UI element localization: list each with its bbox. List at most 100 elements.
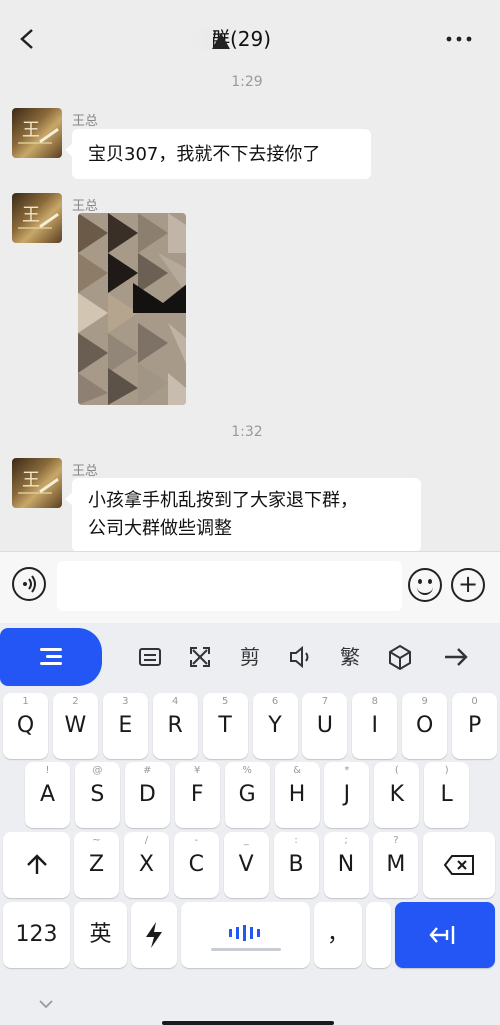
clipboard-icon[interactable] [134,641,166,673]
key-letter: X [138,852,154,877]
key-letter: A [39,782,56,807]
key-r[interactable]: 4R [152,693,198,759]
delete-key[interactable] [423,832,495,898]
key-letter: L [440,782,453,807]
key-g[interactable]: % G [224,762,270,828]
message-text-line: 公司大群做些调整 [88,518,232,539]
key-letter: Z [88,852,105,877]
chevron-left-icon[interactable] [14,24,40,54]
key-letter: B [288,852,304,877]
key-letter: P [467,713,482,738]
key-letter: Y [268,713,282,738]
shift-key[interactable] [3,832,70,898]
key-letter: S [90,782,105,807]
key-letter: R [167,713,183,738]
language-key[interactable]: 英 [74,902,127,968]
menu-lines-icon [40,648,62,666]
key-letter: H [288,782,306,807]
voice-wave-icon [229,925,260,941]
key-letter: T [218,713,232,738]
key-letter: E [118,713,133,738]
punctuation-key-label: ， [326,922,349,947]
cut-button[interactable]: 剪 [234,641,266,673]
key-f[interactable]: ¥ F [174,762,220,828]
key-c[interactable]: -C [173,832,219,898]
key-a[interactable]: ! A [25,762,70,828]
key-l[interactable]: ) L [424,762,470,828]
space-underline [211,948,281,951]
shift-icon [27,854,47,874]
message-text: 宝贝307，我就不下去接你了 [88,144,321,165]
key-letter: I [371,713,379,738]
timestamp: 1:29 [231,74,263,90]
numbers-key[interactable]: 123 [3,902,70,968]
voice-icon[interactable] [12,567,46,601]
key-h[interactable]: & H [274,762,320,828]
key-z[interactable]: ~ Z [74,832,119,898]
spacer-key[interactable] [366,902,391,968]
key-y[interactable]: 6Y [252,693,298,759]
home-indicator[interactable] [162,1021,334,1025]
key-letter: G [238,782,256,807]
key-e[interactable]: 3E [102,693,148,759]
language-key-label: 英 [89,922,112,947]
key-m[interactable]: ? M [373,832,419,898]
key-j[interactable]: * J [324,762,370,828]
key-letter: C [188,852,204,877]
key-n[interactable]: ; N [323,832,369,898]
more-icon[interactable] [442,24,476,54]
key-b[interactable]: :B [273,832,319,898]
key-letter: M [386,852,406,877]
speaker-icon[interactable] [284,641,316,673]
title-redaction-mark [212,33,230,49]
expand-icon[interactable] [184,641,216,673]
key-v[interactable]: _ V [223,832,269,898]
message-input[interactable] [57,561,402,611]
key-x[interactable]: / X [123,832,169,898]
key-p[interactable]: 0P [452,693,498,759]
key-letter: K [389,782,405,807]
message-bubble[interactable]: 小孩拿手机乱按到了大家退下群， 公司大群做些调整 [65,478,421,552]
emoji-icon[interactable] [408,568,442,602]
enter-key[interactable] [395,902,495,968]
avatar[interactable]: 王 [12,458,62,508]
keyboard-menu-button[interactable] [0,628,102,686]
message-image[interactable] [78,213,186,405]
key-letter: F [190,782,204,807]
message-bubble[interactable]: 宝贝307，我就不下去接你了 [65,129,371,179]
punctuation-key[interactable]: ， [314,902,362,968]
key-letter: W [64,713,87,738]
enter-icon [429,926,455,944]
key-u[interactable]: 7U [302,693,348,759]
chevron-down-icon[interactable] [36,994,56,1014]
key-k[interactable]: (K [374,762,420,828]
timestamp: 1:32 [231,424,263,440]
sender-name: 王总 [72,464,99,479]
key-q[interactable]: 1Q [3,693,48,759]
sender-name: 王总 [72,114,99,129]
key-letter: D [138,782,156,807]
lightning-icon [146,922,162,948]
numbers-key-label: 123 [15,922,58,947]
cube-icon[interactable] [384,641,416,673]
key-t[interactable]: 5T [202,693,248,759]
avatar[interactable]: 王 [12,193,62,243]
plus-icon[interactable]: + [451,568,485,602]
arrow-right-icon[interactable] [440,641,472,673]
key-w[interactable]: 2W [52,693,98,759]
key-letter: V [238,852,254,877]
key-letter: J [343,782,351,807]
key-s[interactable]: @ S [74,762,120,828]
avatar[interactable]: 王 [12,108,62,158]
key-letter: Q [16,713,35,738]
traditional-button[interactable]: 繁 [334,641,366,673]
key-o[interactable]: 9O [402,693,448,759]
key-d[interactable]: # D [124,762,170,828]
sender-name: 王总 [72,199,99,214]
space-key[interactable] [181,902,310,968]
message-text-line: 小孩拿手机乱按到了大家退下群， [88,490,358,511]
key-letter: N [337,852,355,877]
key-letter: U [316,713,333,738]
key-i[interactable]: 8I [352,693,398,759]
quick-key[interactable] [131,902,177,968]
